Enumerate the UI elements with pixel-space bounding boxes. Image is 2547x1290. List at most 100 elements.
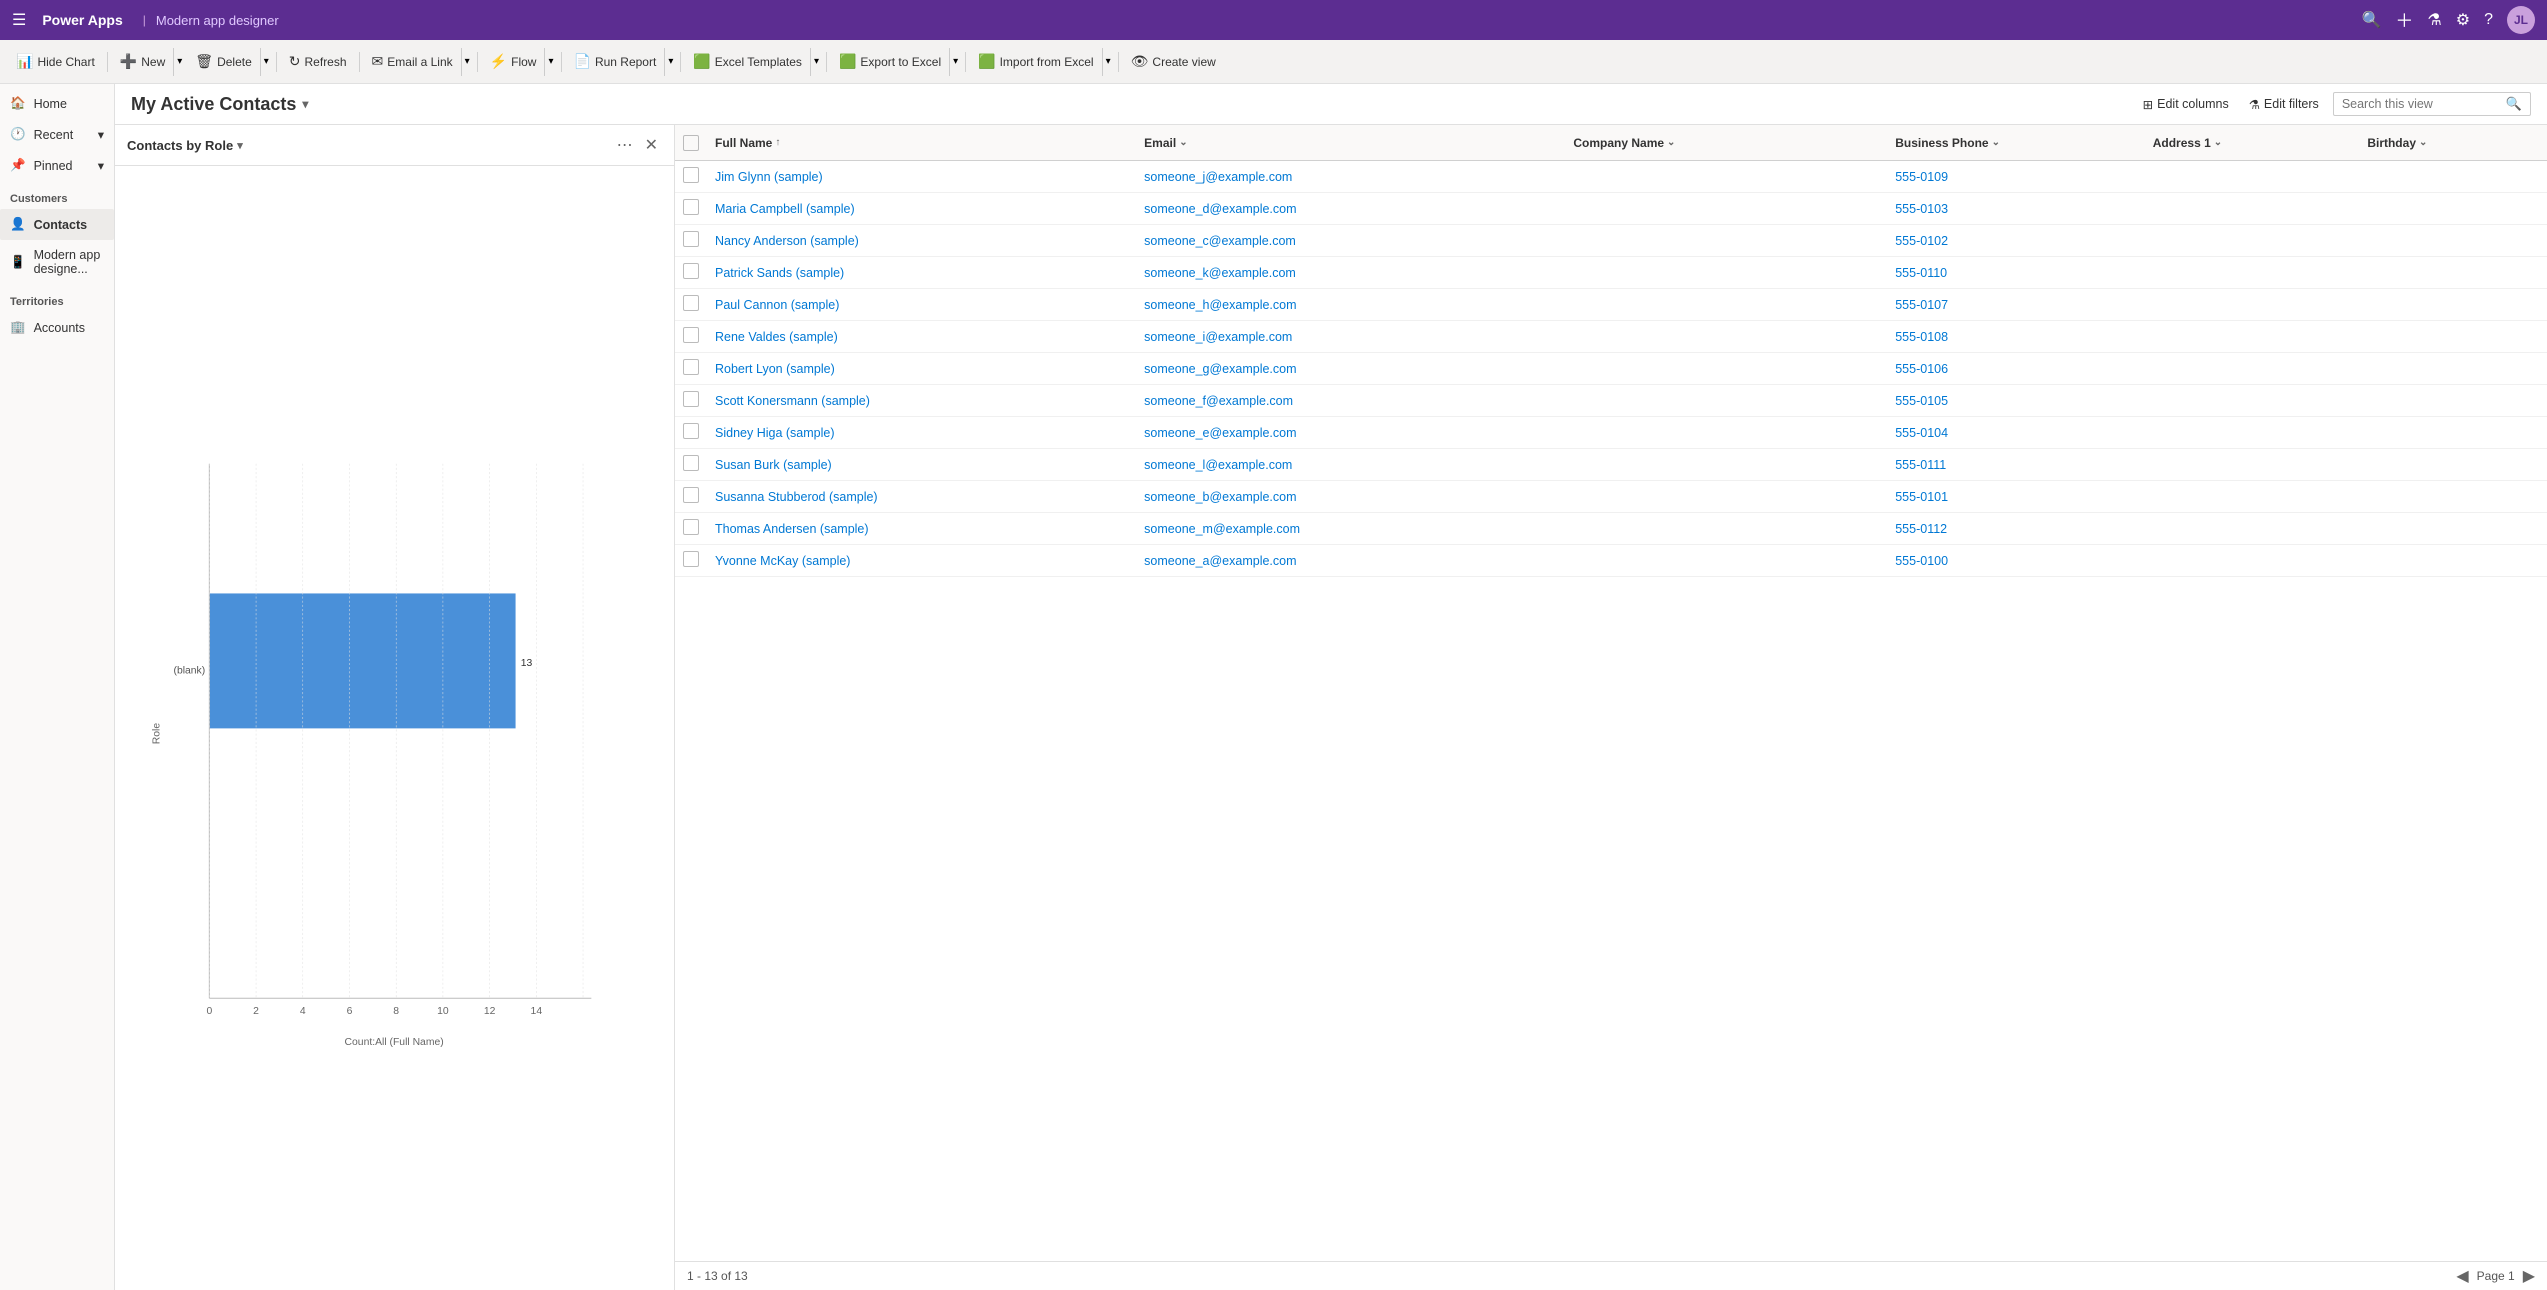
run-report-dropdown[interactable]: 📄 Run Report ▾ <box>566 48 677 76</box>
sidebar-item-home[interactable]: 🏠 Home <box>0 88 114 119</box>
row-fullname-0[interactable]: Jim Glynn (sample) <box>715 170 1144 184</box>
row-phone-5[interactable]: 555-0108 <box>1895 330 2153 344</box>
email-link-dropdown-arrow[interactable]: ▾ <box>461 48 473 76</box>
table-row[interactable]: Thomas Andersen (sample) someone_m@examp… <box>675 513 2547 545</box>
row-checkbox-10[interactable] <box>683 487 715 506</box>
row-fullname-10[interactable]: Susanna Stubberod (sample) <box>715 490 1144 504</box>
row-fullname-4[interactable]: Paul Cannon (sample) <box>715 298 1144 312</box>
table-row[interactable]: Susan Burk (sample) someone_l@example.co… <box>675 449 2547 481</box>
row-fullname-6[interactable]: Robert Lyon (sample) <box>715 362 1144 376</box>
row-email-0[interactable]: someone_j@example.com <box>1144 170 1573 184</box>
row-email-2[interactable]: someone_c@example.com <box>1144 234 1573 248</box>
sidebar-item-contacts[interactable]: 👤 Contacts <box>0 209 114 240</box>
table-row[interactable]: Robert Lyon (sample) someone_g@example.c… <box>675 353 2547 385</box>
row-phone-1[interactable]: 555-0103 <box>1895 202 2153 216</box>
excel-templates-dropdown[interactable]: 🟩 Excel Templates ▾ <box>685 48 822 76</box>
new-button[interactable]: ➕ New <box>112 49 173 74</box>
row-email-1[interactable]: someone_d@example.com <box>1144 202 1573 216</box>
settings-icon[interactable]: ⚙ <box>2456 10 2470 30</box>
row-phone-7[interactable]: 555-0105 <box>1895 394 2153 408</box>
row-phone-12[interactable]: 555-0100 <box>1895 554 2153 568</box>
row-fullname-1[interactable]: Maria Campbell (sample) <box>715 202 1144 216</box>
col-fullname-header[interactable]: Full Name ↑ <box>715 136 1144 150</box>
col-email-header[interactable]: Email ⌄ <box>1144 136 1573 150</box>
edit-filters-button[interactable]: ⚗ Edit filters <box>2243 93 2325 116</box>
sidebar-item-accounts[interactable]: 🏢 Accounts <box>0 312 114 343</box>
row-checkbox-12[interactable] <box>683 551 715 570</box>
chart-title-chevron[interactable]: ▾ <box>237 139 243 152</box>
row-checkbox-1[interactable] <box>683 199 715 218</box>
table-row[interactable]: Paul Cannon (sample) someone_h@example.c… <box>675 289 2547 321</box>
row-phone-3[interactable]: 555-0110 <box>1895 266 2153 280</box>
row-email-7[interactable]: someone_f@example.com <box>1144 394 1573 408</box>
table-row[interactable]: Susanna Stubberod (sample) someone_b@exa… <box>675 481 2547 513</box>
new-dropdown-arrow[interactable]: ▾ <box>173 48 185 76</box>
excel-templates-dropdown-arrow[interactable]: ▾ <box>810 48 822 76</box>
row-checkbox-9[interactable] <box>683 455 715 474</box>
hamburger-icon[interactable]: ☰ <box>12 10 26 30</box>
row-phone-4[interactable]: 555-0107 <box>1895 298 2153 312</box>
run-report-button[interactable]: 📄 Run Report <box>566 49 665 74</box>
delete-dropdown-arrow[interactable]: ▾ <box>260 48 272 76</box>
view-title-chevron[interactable]: ▾ <box>302 97 308 111</box>
row-phone-10[interactable]: 555-0101 <box>1895 490 2153 504</box>
search-go-icon[interactable]: 🔍 <box>2506 96 2522 112</box>
row-fullname-9[interactable]: Susan Burk (sample) <box>715 458 1144 472</box>
row-email-8[interactable]: someone_e@example.com <box>1144 426 1573 440</box>
import-excel-dropdown-arrow[interactable]: ▾ <box>1102 48 1114 76</box>
row-checkbox-5[interactable] <box>683 327 715 346</box>
row-checkbox-3[interactable] <box>683 263 715 282</box>
chart-more-button[interactable]: ⋯ <box>613 133 637 157</box>
export-excel-button[interactable]: 🟩 Export to Excel <box>831 49 949 74</box>
run-report-dropdown-arrow[interactable]: ▾ <box>664 48 676 76</box>
row-email-5[interactable]: someone_i@example.com <box>1144 330 1573 344</box>
row-checkbox-2[interactable] <box>683 231 715 250</box>
row-checkbox-0[interactable] <box>683 167 715 186</box>
prev-page-button[interactable]: ◀ <box>2456 1266 2468 1286</box>
create-view-button[interactable]: 👁 Create view <box>1123 49 1224 74</box>
col-birthday-header[interactable]: Birthday ⌄ <box>2367 136 2539 150</box>
hide-chart-button[interactable]: 📊 Hide Chart <box>8 49 103 74</box>
col-address-header[interactable]: Address 1 ⌄ <box>2153 136 2368 150</box>
table-row[interactable]: Jim Glynn (sample) someone_j@example.com… <box>675 161 2547 193</box>
delete-button[interactable]: 🗑 Delete <box>187 49 259 74</box>
chart-close-button[interactable]: ✕ <box>641 133 662 157</box>
search-input[interactable] <box>2342 97 2502 111</box>
row-phone-6[interactable]: 555-0106 <box>1895 362 2153 376</box>
row-fullname-7[interactable]: Scott Konersmann (sample) <box>715 394 1144 408</box>
delete-dropdown[interactable]: 🗑 Delete ▾ <box>187 48 272 76</box>
row-fullname-3[interactable]: Patrick Sands (sample) <box>715 266 1144 280</box>
hide-chart-dropdown[interactable]: 📊 Hide Chart <box>8 49 103 74</box>
row-fullname-12[interactable]: Yvonne McKay (sample) <box>715 554 1144 568</box>
edit-columns-button[interactable]: ⊞ Edit columns <box>2137 93 2235 116</box>
table-row[interactable]: Scott Konersmann (sample) someone_f@exam… <box>675 385 2547 417</box>
flow-dropdown[interactable]: ⚡ Flow ▾ <box>482 48 557 76</box>
row-fullname-2[interactable]: Nancy Anderson (sample) <box>715 234 1144 248</box>
help-icon[interactable]: ? <box>2484 11 2493 29</box>
excel-templates-button[interactable]: 🟩 Excel Templates <box>685 49 810 74</box>
row-checkbox-8[interactable] <box>683 423 715 442</box>
col-phone-header[interactable]: Business Phone ⌄ <box>1895 136 2153 150</box>
row-checkbox-11[interactable] <box>683 519 715 538</box>
email-link-button[interactable]: ✉ Email a Link <box>364 49 461 74</box>
row-email-12[interactable]: someone_a@example.com <box>1144 554 1573 568</box>
row-email-9[interactable]: someone_l@example.com <box>1144 458 1573 472</box>
sidebar-item-recent[interactable]: 🕐 Recent ▾ <box>0 119 114 150</box>
import-excel-dropdown[interactable]: 🟩 Import from Excel ▾ <box>970 48 1114 76</box>
next-page-button[interactable]: ▶ <box>2523 1266 2535 1286</box>
select-all-checkbox[interactable] <box>683 135 699 151</box>
row-email-4[interactable]: someone_h@example.com <box>1144 298 1573 312</box>
email-link-dropdown[interactable]: ✉ Email a Link ▾ <box>364 48 473 76</box>
row-fullname-8[interactable]: Sidney Higa (sample) <box>715 426 1144 440</box>
row-phone-9[interactable]: 555-0111 <box>1895 458 2153 472</box>
table-row[interactable]: Rene Valdes (sample) someone_i@example.c… <box>675 321 2547 353</box>
row-checkbox-7[interactable] <box>683 391 715 410</box>
new-dropdown[interactable]: ➕ New ▾ <box>112 48 185 76</box>
col-company-header[interactable]: Company Name ⌄ <box>1573 136 1895 150</box>
sidebar-item-pinned[interactable]: 📌 Pinned ▾ <box>0 150 114 181</box>
add-icon[interactable]: ＋ <box>2395 7 2413 33</box>
row-phone-8[interactable]: 555-0104 <box>1895 426 2153 440</box>
import-excel-button[interactable]: 🟩 Import from Excel <box>970 49 1101 74</box>
row-fullname-5[interactable]: Rene Valdes (sample) <box>715 330 1144 344</box>
export-excel-dropdown-arrow[interactable]: ▾ <box>949 48 961 76</box>
